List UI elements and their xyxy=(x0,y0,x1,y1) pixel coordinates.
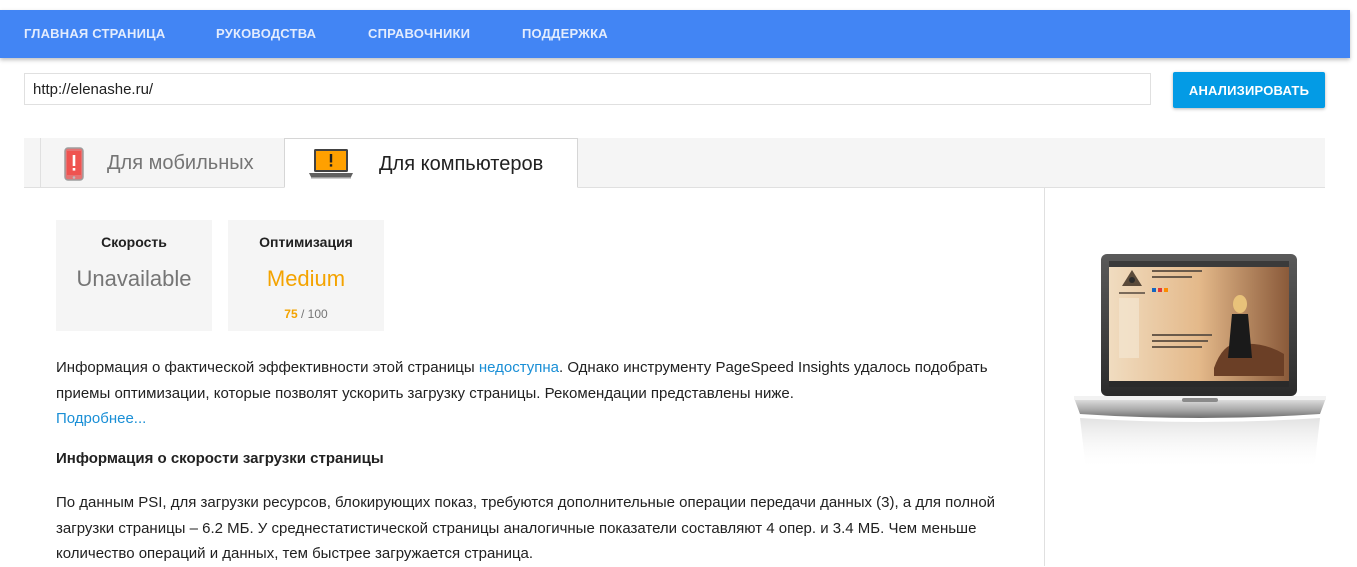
tab-desktop-label: Для компьютеров xyxy=(379,153,544,175)
speed-score-title: Скорость xyxy=(101,234,167,250)
laptop-screenshot-preview xyxy=(1074,254,1326,470)
optimization-score-card: Оптимизация Medium 75 / 100 xyxy=(228,220,384,331)
device-tabs: Для мобильных Для компьютеров xyxy=(24,138,1325,188)
mobile-phone-alert-icon xyxy=(64,147,84,181)
laptop-alert-icon xyxy=(309,149,353,179)
optimization-score-value: Medium xyxy=(266,266,346,291)
analyze-button[interactable]: АНАЛИЗИРОВАТЬ xyxy=(1173,72,1325,108)
optimization-score: 75 xyxy=(284,307,298,321)
nav-guides[interactable]: РУКОВОДСТВА xyxy=(216,10,316,58)
unavailable-link[interactable]: недоступна xyxy=(479,359,559,376)
speed-info-title: Информация о скорости загрузки страницы xyxy=(56,450,384,467)
speed-score-card: Скорость Unavailable xyxy=(56,220,212,331)
intro-paragraph: Информация о фактической эффективности э… xyxy=(56,355,1036,432)
speed-score-value: Unavailable xyxy=(76,266,192,291)
nav-home[interactable]: ГЛАВНАЯ СТРАНИЦА xyxy=(24,10,165,58)
optimization-score-title: Оптимизация xyxy=(259,234,353,250)
optimization-score-number: 75 / 100 xyxy=(228,307,384,321)
tab-mobile[interactable]: Для мобильных xyxy=(41,138,284,188)
speed-info-paragraph: По данным PSI, для загрузки ресурсов, бл… xyxy=(56,494,996,562)
content-divider xyxy=(1044,188,1045,566)
optimization-score-max: / 100 xyxy=(301,307,328,321)
tab-mobile-label: Для мобильных xyxy=(107,152,254,174)
top-navigation: ГЛАВНАЯ СТРАНИЦА РУКОВОДСТВА СПРАВОЧНИКИ… xyxy=(0,10,1350,58)
nav-support[interactable]: ПОДДЕРЖКА xyxy=(522,10,608,58)
intro-text-before: Информация о фактической эффективности э… xyxy=(56,359,479,376)
url-input[interactable] xyxy=(24,73,1151,105)
tab-desktop[interactable]: Для компьютеров xyxy=(284,138,578,188)
learn-more-link[interactable]: Подробнее... xyxy=(56,410,146,427)
top-strip xyxy=(0,0,1357,10)
nav-references[interactable]: СПРАВОЧНИКИ xyxy=(368,10,470,58)
